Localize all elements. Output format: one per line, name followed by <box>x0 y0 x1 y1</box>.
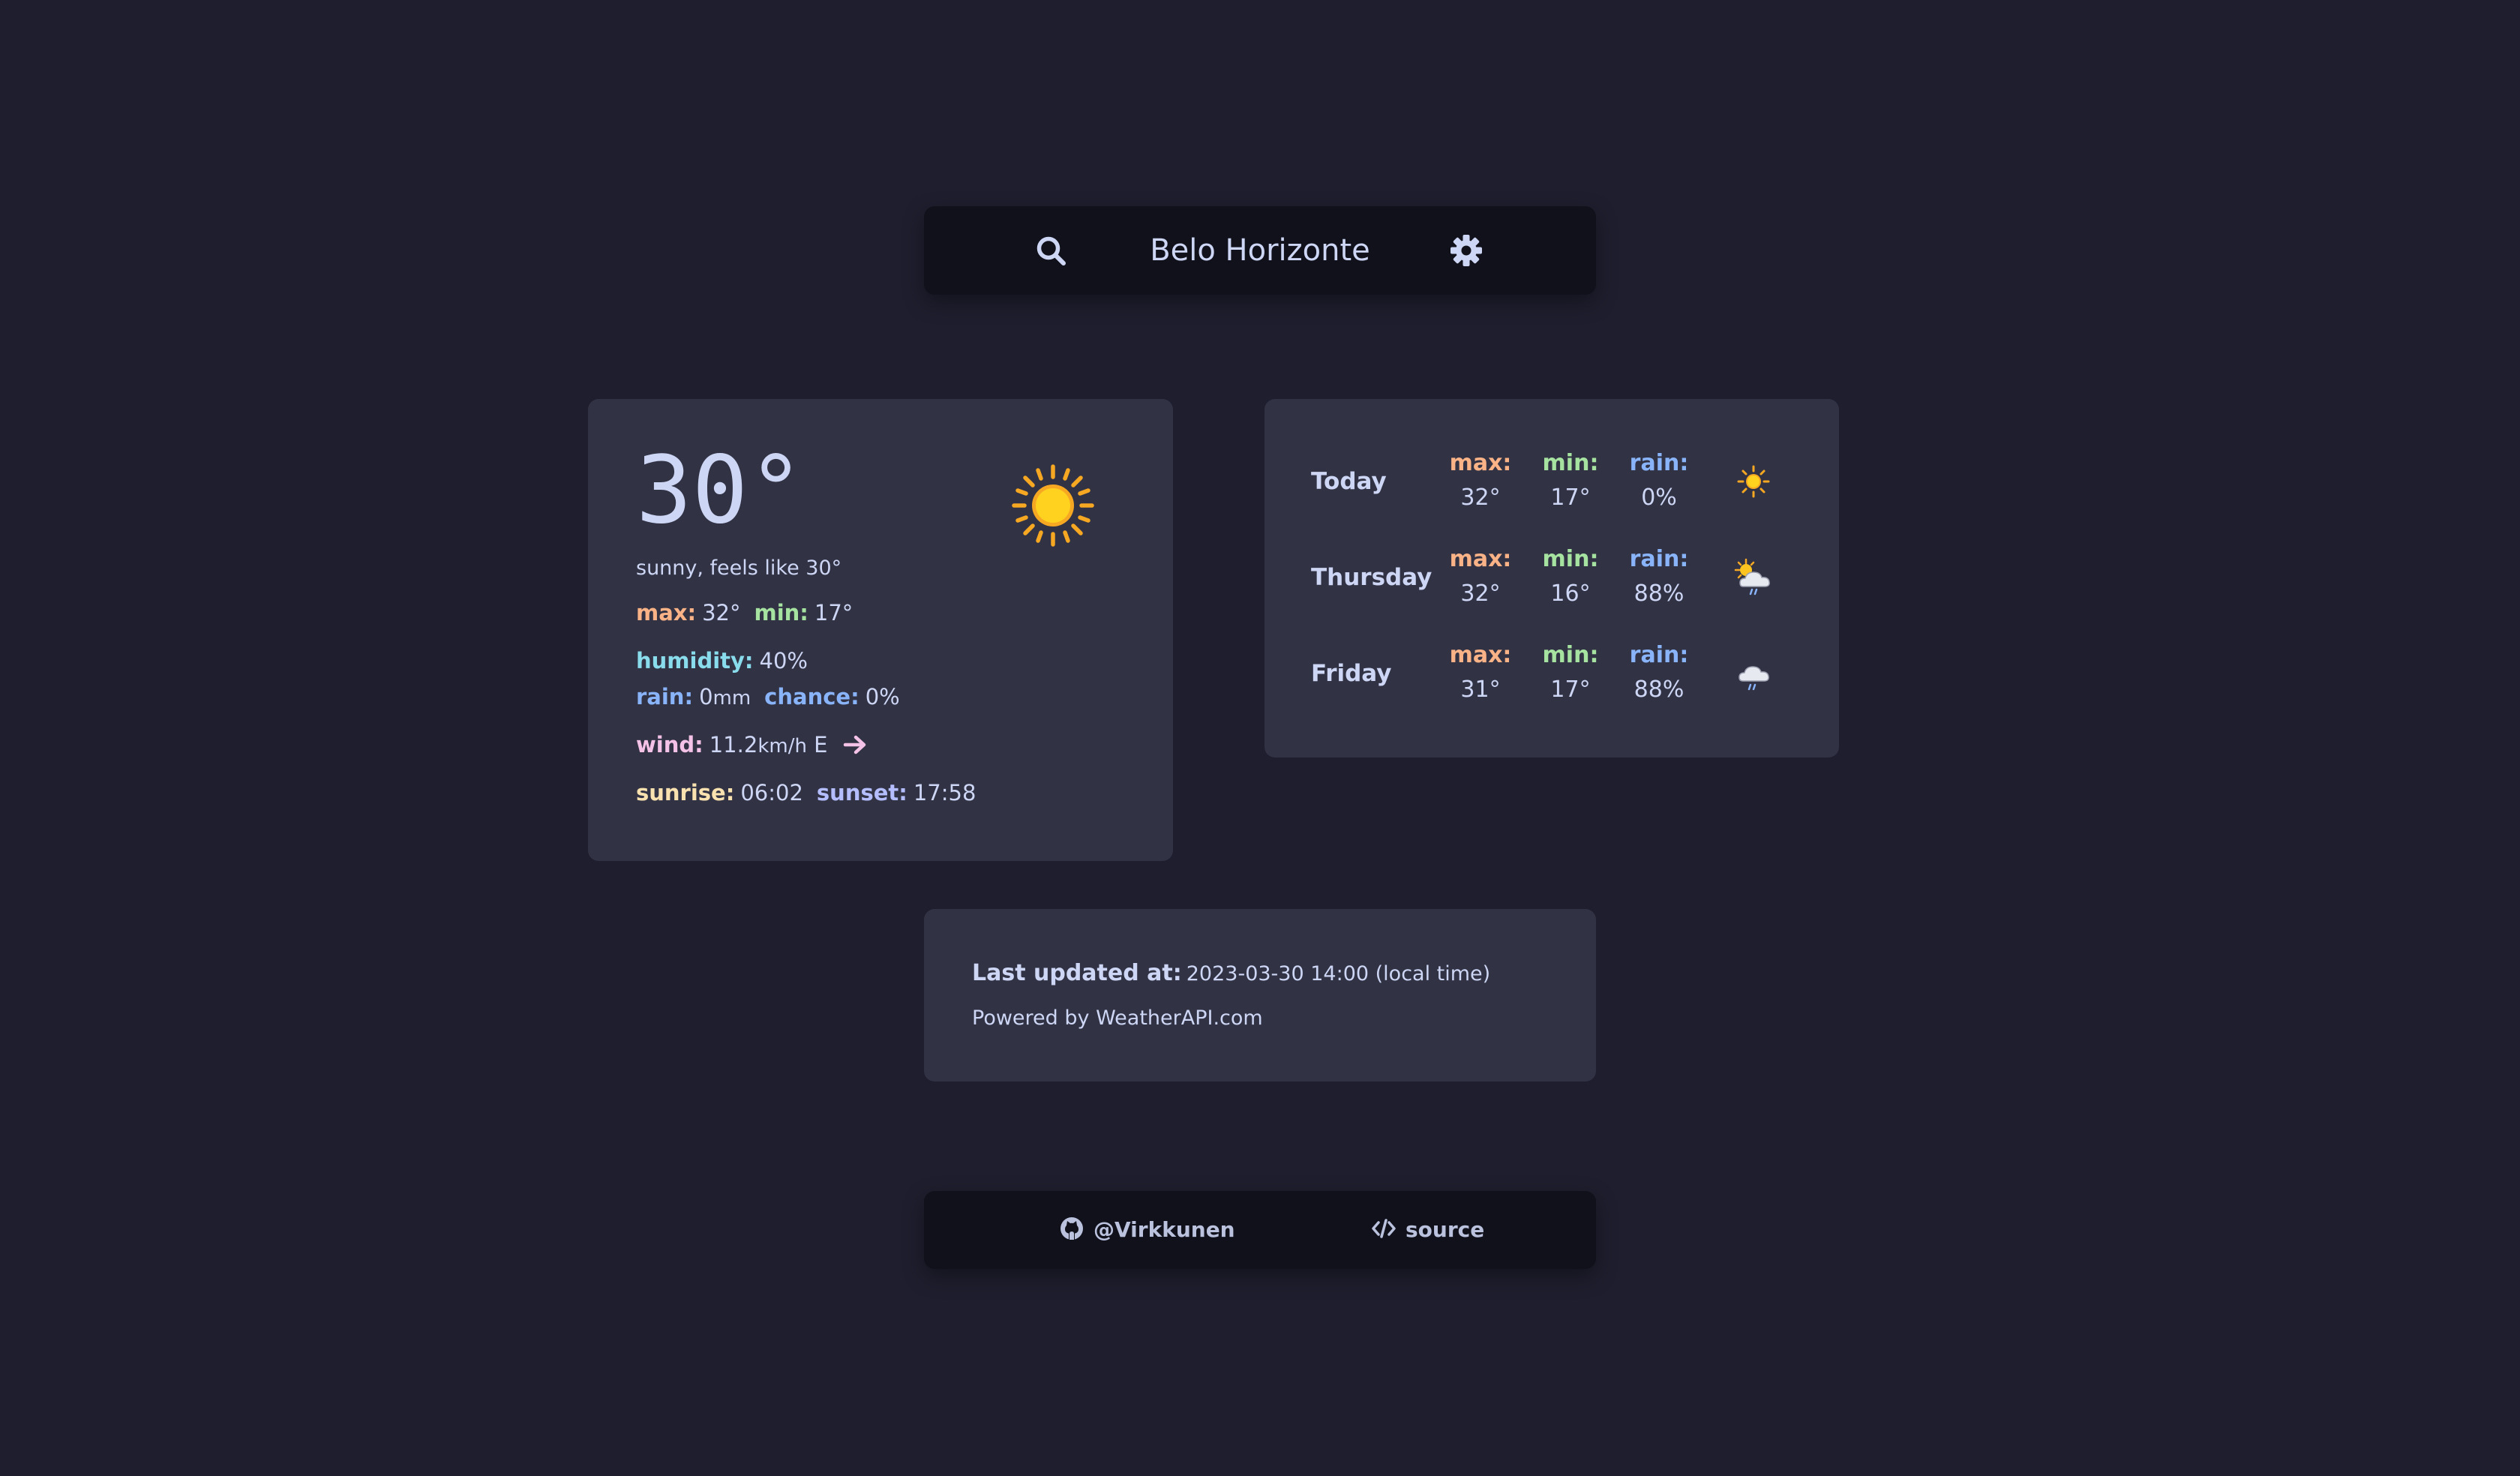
source-label: source <box>1406 1217 1485 1242</box>
forecast-day: Today <box>1311 468 1387 495</box>
chance-label: chance: <box>764 684 860 710</box>
sun-icon <box>1012 464 1094 547</box>
chance-value: 0% <box>865 684 900 710</box>
max-label: max: <box>636 600 697 626</box>
forecast-rain: rain: 0% <box>1622 446 1696 514</box>
forecast-rain-label: rain: <box>1629 546 1689 572</box>
forecast-rain: rain: 88% <box>1622 638 1696 706</box>
forecast-max-value: 31° <box>1460 676 1501 703</box>
sun-times-line: sunrise: 06:02 sunset: 17:58 <box>636 780 976 806</box>
wind-unit: km/h <box>758 735 807 758</box>
search-icon[interactable] <box>1035 235 1068 268</box>
min-value: 17° <box>814 600 854 626</box>
forecast-day: Friday <box>1311 660 1392 687</box>
city-name[interactable]: Belo Horizonte <box>924 206 1596 295</box>
forecast-rain-value: 0% <box>1641 484 1677 511</box>
forecast-min: min: 17° <box>1533 638 1608 706</box>
wind-value: 11.2 <box>709 732 758 758</box>
rain-unit: mm <box>712 687 752 710</box>
humidity-label: humidity: <box>636 648 754 674</box>
max-value: 32° <box>702 600 741 626</box>
arrow-right-icon <box>843 735 866 754</box>
weather-description: sunny, feels like 30° <box>636 556 842 580</box>
wind-direction: E <box>814 732 828 758</box>
min-label: min: <box>754 600 808 626</box>
last-updated-value: 2023-03-30 14:00 (local time) <box>1186 962 1491 986</box>
last-updated-card: Last updated at: 2023-03-30 14:00 (local … <box>924 909 1596 1082</box>
last-updated-label: Last updated at: <box>972 960 1182 986</box>
code-icon <box>1372 1219 1396 1238</box>
forecast-min-value: 17° <box>1550 484 1591 511</box>
sun-icon <box>1737 465 1770 498</box>
sunset-label: sunset: <box>816 780 908 806</box>
powered-by: Powered by WeatherAPI.com <box>972 1006 1263 1030</box>
rain-value: 0 <box>699 684 713 710</box>
wind-line: wind: 11.2km/h E <box>636 732 868 758</box>
forecast-rain-label: rain: <box>1629 642 1689 668</box>
forecast-day: Thursday <box>1311 564 1432 591</box>
forecast-rain-label: rain: <box>1629 450 1689 476</box>
max-min-line: max: 32° min: 17° <box>636 600 853 626</box>
gear-icon[interactable] <box>1449 233 1484 268</box>
forecast-rain: rain: 88% <box>1622 542 1696 610</box>
search-bar: Belo Horizonte <box>924 206 1596 295</box>
current-temperature: 30° <box>636 436 804 544</box>
rain-line: rain: 0mm chance: 0% <box>636 684 900 710</box>
forecast-max: max: 32° <box>1443 446 1518 514</box>
rain-label: rain: <box>636 684 694 710</box>
sunrise-value: 06:02 <box>740 780 803 806</box>
cloud-rain-icon <box>1738 666 1769 691</box>
footer: @Virkkunen source <box>924 1191 1596 1269</box>
forecast-max: max: 32° <box>1443 542 1518 610</box>
forecast-min-value: 16° <box>1550 580 1591 607</box>
sun-cloud-rain-icon <box>1734 558 1770 596</box>
source-link[interactable]: source <box>1371 1191 1484 1269</box>
forecast-max-label: max: <box>1449 450 1512 476</box>
forecast-min: min: 17° <box>1533 446 1608 514</box>
forecast-min: min: 16° <box>1533 542 1608 610</box>
forecast-rain-value: 88% <box>1634 676 1684 703</box>
forecast-max-value: 32° <box>1460 580 1501 607</box>
github-label: @Virkkunen <box>1094 1217 1235 1242</box>
forecast-row: Friday max: 31° min: 17° rain: 88% <box>1264 638 1839 712</box>
forecast-max-label: max: <box>1449 546 1512 572</box>
forecast-card: Today max: 32° min: 17° rain: 0% Thursda… <box>1264 399 1839 758</box>
humidity-line: humidity: 40% <box>636 648 808 674</box>
forecast-max: max: 31° <box>1443 638 1518 706</box>
humidity-value: 40% <box>759 648 808 674</box>
forecast-rain-value: 88% <box>1634 580 1684 607</box>
current-weather-card: 30° sunny, feels like 30° max: 32° min: 17° <box>588 399 1173 861</box>
wind-label: wind: <box>636 732 704 758</box>
forecast-min-label: min: <box>1542 642 1599 668</box>
forecast-max-label: max: <box>1449 642 1512 668</box>
sunrise-label: sunrise: <box>636 780 735 806</box>
forecast-min-label: min: <box>1542 450 1599 476</box>
last-updated-line: Last updated at: 2023-03-30 14:00 (local … <box>972 960 1490 986</box>
forecast-min-label: min: <box>1542 546 1599 572</box>
sunset-value: 17:58 <box>913 780 976 806</box>
forecast-row: Thursday max: 32° min: 16° rain: 88% <box>1264 542 1839 616</box>
github-link[interactable]: @Virkkunen <box>1059 1191 1235 1269</box>
forecast-min-value: 17° <box>1550 676 1591 703</box>
forecast-row: Today max: 32° min: 17° rain: 0% <box>1264 446 1839 520</box>
github-icon <box>1060 1217 1083 1240</box>
forecast-max-value: 32° <box>1460 484 1501 511</box>
